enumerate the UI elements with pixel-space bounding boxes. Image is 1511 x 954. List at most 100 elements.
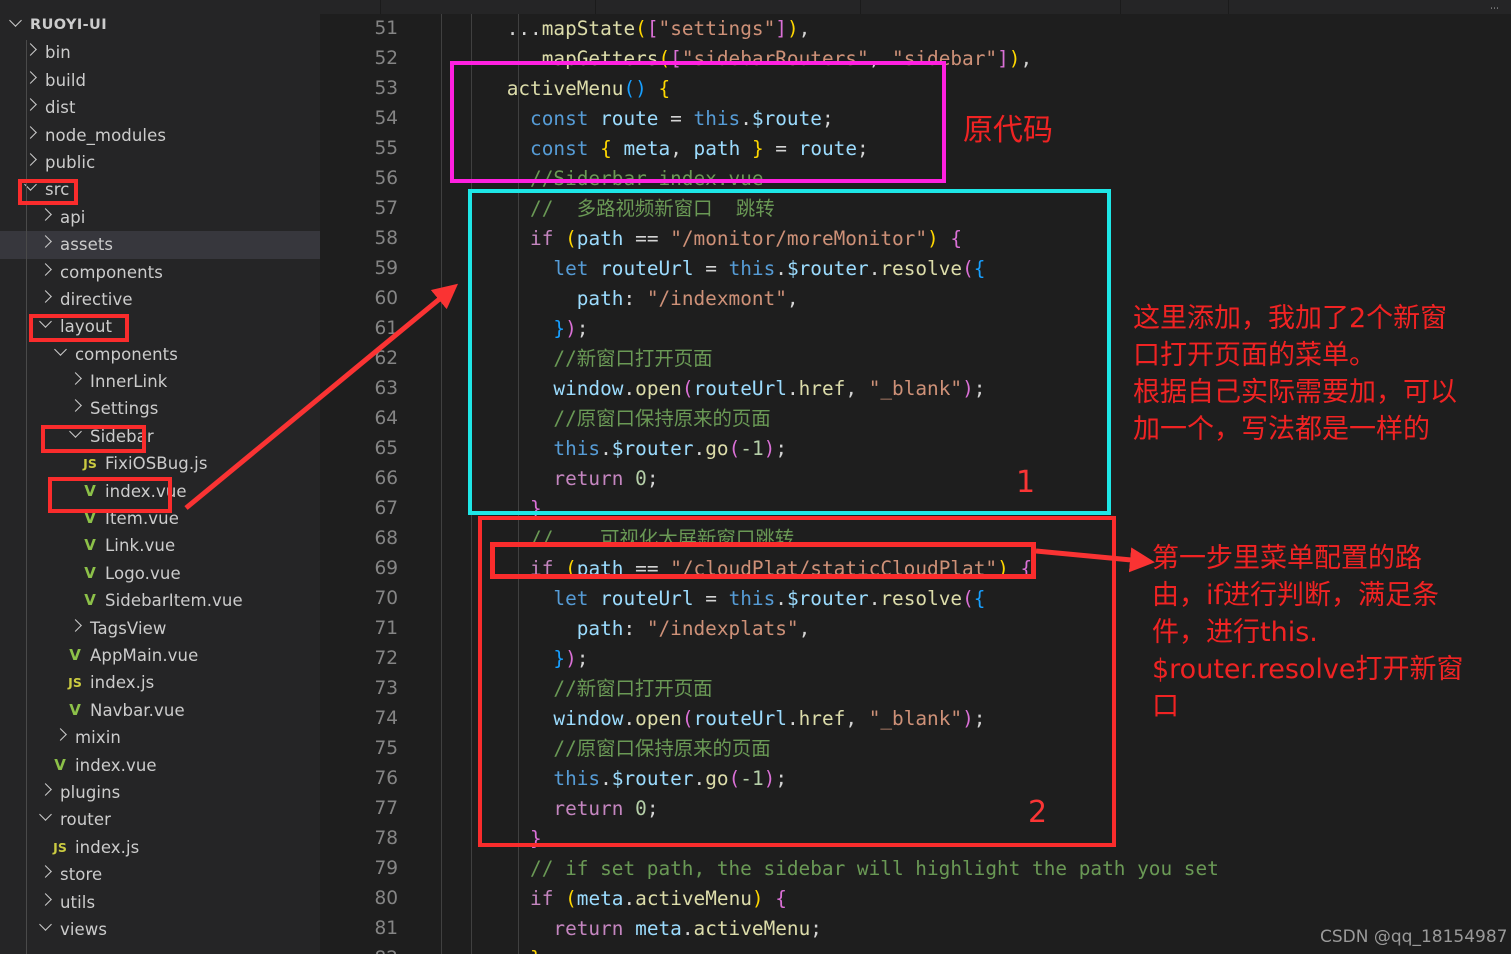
editor-tab-bar[interactable]: ⋯ bbox=[320, 0, 1511, 14]
tree-item-item-vue[interactable]: V Item.vue bbox=[0, 505, 320, 532]
chevron-right-icon bbox=[68, 618, 82, 632]
code-line[interactable]: 80 if (meta.activeMenu) { bbox=[320, 884, 1511, 914]
code-line[interactable]: 67 } bbox=[320, 494, 1511, 524]
tree-item-components[interactable]: components bbox=[0, 259, 320, 286]
tree-item-bin[interactable]: bin bbox=[0, 39, 320, 66]
code-line[interactable]: 56 //Siderbar index.vue bbox=[320, 164, 1511, 194]
twisty[interactable] bbox=[36, 286, 54, 313]
line-text: } bbox=[460, 494, 542, 524]
code-line[interactable]: 76 this.$router.go(-1); bbox=[320, 764, 1511, 794]
code-line[interactable]: 51 ...mapState(["settings"]), bbox=[320, 14, 1511, 44]
tree-item-api[interactable]: api bbox=[0, 204, 320, 231]
tree-item-router[interactable]: router bbox=[0, 806, 320, 833]
tree-item-assets[interactable]: assets bbox=[0, 231, 320, 259]
twisty[interactable] bbox=[36, 231, 54, 258]
indent-guide bbox=[518, 14, 519, 954]
twisty[interactable] bbox=[36, 259, 54, 286]
tree-item-index-vue[interactable]: Vindex.vue bbox=[0, 752, 320, 779]
tree-item-logo-vue[interactable]: V Logo.vue bbox=[0, 560, 320, 587]
code-line[interactable]: 54 const route = this.$route; bbox=[320, 104, 1511, 134]
file-tree[interactable]: RUOYI-UI bin build dist node_modules public sr… bbox=[0, 12, 320, 943]
tree-item-layout[interactable]: layout bbox=[0, 313, 320, 340]
twisty[interactable] bbox=[66, 423, 84, 450]
file-explorer-panel[interactable]: RUOYI-UI bin build dist node_modules public sr… bbox=[0, 0, 320, 954]
tree-item-views[interactable]: views bbox=[0, 916, 320, 943]
code-line[interactable]: 75 //原窗口保持原来的页面 bbox=[320, 734, 1511, 764]
code-line[interactable]: 79 // if set path, the sidebar will high… bbox=[320, 854, 1511, 884]
tree-item-utils[interactable]: utils bbox=[0, 889, 320, 916]
code-line[interactable]: 77 return 0; bbox=[320, 794, 1511, 824]
code-token: ( bbox=[681, 377, 694, 400]
twisty[interactable] bbox=[66, 395, 84, 422]
twisty[interactable] bbox=[36, 806, 54, 833]
code-line[interactable]: 78 } bbox=[320, 824, 1511, 854]
code-line[interactable]: 58 if (path == "/monitor/moreMonitor") { bbox=[320, 224, 1511, 254]
tree-item-label: Settings bbox=[90, 399, 159, 419]
twisty[interactable] bbox=[21, 176, 39, 203]
code-token: == bbox=[623, 227, 671, 250]
line-text: this.$router.go(-1); bbox=[460, 434, 787, 464]
tree-item-public[interactable]: public bbox=[0, 149, 320, 176]
twisty[interactable] bbox=[6, 12, 24, 39]
twisty[interactable] bbox=[21, 94, 39, 121]
code-token: path bbox=[693, 137, 741, 160]
tree-item-plugins[interactable]: plugins bbox=[0, 779, 320, 806]
twisty[interactable] bbox=[21, 149, 39, 176]
tree-item-directive[interactable]: directive bbox=[0, 286, 320, 313]
twisty[interactable] bbox=[21, 122, 39, 149]
line-number: 79 bbox=[374, 858, 398, 879]
tree-item-index-vue[interactable]: Vindex.vue bbox=[0, 478, 320, 505]
tree-item-label: RUOYI-UI bbox=[30, 17, 108, 33]
code-token: this bbox=[728, 587, 776, 610]
twisty[interactable] bbox=[21, 39, 39, 66]
code-line[interactable]: 55 const { meta, path } = route; bbox=[320, 134, 1511, 164]
code-line[interactable]: 52 ...mapGetters(["sidebarRouters", "sid… bbox=[320, 44, 1511, 74]
twisty[interactable] bbox=[36, 204, 54, 231]
twisty[interactable] bbox=[36, 861, 54, 888]
tree-item-src[interactable]: src bbox=[0, 176, 320, 203]
line-number: 69 bbox=[374, 558, 398, 579]
tree-item-sidebar[interactable]: Sidebar bbox=[0, 423, 320, 450]
line-text: } bbox=[460, 824, 542, 854]
tree-item-settings[interactable]: Settings bbox=[0, 395, 320, 422]
tree-item-navbar-vue[interactable]: V Navbar.vue bbox=[0, 697, 320, 724]
tree-item-index-js[interactable]: JS index.js bbox=[0, 834, 320, 861]
tree-item-ruoyi-ui[interactable]: RUOYI-UI bbox=[0, 12, 320, 39]
code-line[interactable]: 57 // 多路视频新窗口 跳转 bbox=[320, 194, 1511, 224]
chevron-down-icon bbox=[53, 342, 67, 356]
code-line[interactable]: 53 activeMenu() { bbox=[320, 74, 1511, 104]
tree-item-link-vue[interactable]: V Link.vue bbox=[0, 532, 320, 559]
tree-item-components[interactable]: components bbox=[0, 341, 320, 368]
line-number: 80 bbox=[374, 888, 398, 909]
code-token: this bbox=[728, 257, 776, 280]
twisty[interactable] bbox=[51, 341, 69, 368]
code-content[interactable]: 51 ...mapState(["settings"]), 52 ...mapGe… bbox=[320, 14, 1511, 954]
code-line[interactable]: 59 let routeUrl = this.$router.resolve({ bbox=[320, 254, 1511, 284]
tree-item-node-modules[interactable]: node_modules bbox=[0, 122, 320, 149]
tree-item-tagsview[interactable]: TagsView bbox=[0, 615, 320, 642]
code-line[interactable]: 66 return 0; bbox=[320, 464, 1511, 494]
tree-item-dist[interactable]: dist bbox=[0, 94, 320, 121]
tree-item-index-js[interactable]: JS index.js bbox=[0, 669, 320, 696]
twisty[interactable] bbox=[21, 67, 39, 94]
tree-item-mixin[interactable]: mixin bbox=[0, 724, 320, 751]
code-token: ; bbox=[646, 797, 659, 820]
twisty[interactable] bbox=[36, 916, 54, 943]
tree-item-store[interactable]: store bbox=[0, 861, 320, 888]
code-editor[interactable]: ⋯ 51 ...mapState(["settings"]), 52 ...map… bbox=[320, 0, 1511, 954]
editor-actions-icon[interactable]: ⋯ bbox=[1490, 4, 1501, 14]
twisty[interactable] bbox=[36, 779, 54, 806]
twisty[interactable] bbox=[66, 615, 84, 642]
tree-item-fixiosbug-js[interactable]: JS FixiOSBug.js bbox=[0, 450, 320, 477]
tree-item-appmain-vue[interactable]: V AppMain.vue bbox=[0, 642, 320, 669]
twisty[interactable] bbox=[36, 313, 54, 340]
twisty[interactable] bbox=[36, 889, 54, 916]
tree-item-sidebaritem-vue[interactable]: V SidebarItem.vue bbox=[0, 587, 320, 614]
tree-item-innerlink[interactable]: InnerLink bbox=[0, 368, 320, 395]
tree-item-build[interactable]: build bbox=[0, 67, 320, 94]
code-token: ) bbox=[927, 227, 939, 250]
twisty[interactable] bbox=[66, 368, 84, 395]
twisty[interactable] bbox=[51, 724, 69, 751]
code-token: "/cloudPlat/staticCloudPlat" bbox=[670, 557, 998, 580]
